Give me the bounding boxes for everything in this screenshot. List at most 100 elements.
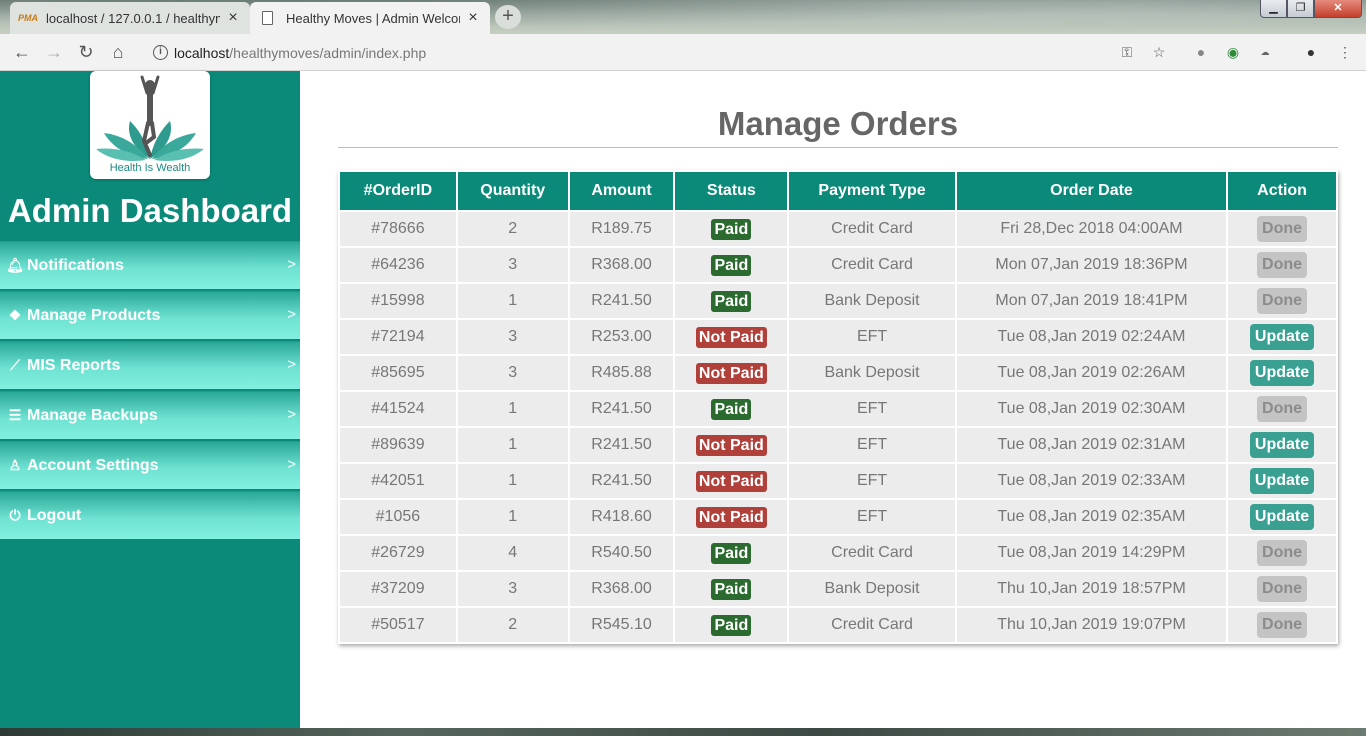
database-icon: ☰ [8, 407, 22, 423]
sidebar-item-manage-products[interactable]: ❖ Manage Products > [0, 291, 300, 339]
order-date-cell: Tue 08,Jan 2019 14:29PM [954, 534, 1229, 572]
status-badge: Not Paid [695, 470, 767, 492]
sidebar: Health Is Wealth Admin Dashboard 🔔︎ Noti… [0, 71, 300, 728]
amount-cell: R368.00 [567, 570, 676, 608]
order-id-cell: #42051 [338, 462, 458, 500]
action-cell: Done [1226, 606, 1338, 644]
table-row: #26729 4 R540.50 Paid Credit Card Tue 08,Jan … [338, 534, 1338, 572]
update-button[interactable]: Update [1249, 432, 1315, 458]
sidebar-item-label: Manage Backups [27, 406, 158, 424]
dashboard-title: Admin Dashboard [7, 192, 293, 229]
status-badge: Paid [711, 290, 752, 312]
sidebar-menu: 🔔︎ Notifications > ❖ Manage Products > ⟋… [0, 241, 300, 541]
key-icon[interactable]: ⚿ [1118, 43, 1136, 61]
done-button[interactable]: Done [1257, 216, 1308, 242]
cloudhq-extension-icon[interactable]: ☁ [1256, 43, 1274, 61]
site-info-icon[interactable]: i [153, 45, 168, 60]
title-divider [338, 147, 1338, 148]
done-button[interactable]: Done [1257, 612, 1308, 638]
update-button[interactable]: Update [1249, 504, 1315, 530]
status-cell: Not Paid [673, 498, 790, 536]
sidebar-item-account-settings[interactable]: ♙ Account Settings > [0, 441, 300, 489]
minimize-window-button[interactable]: ▁ [1260, 0, 1287, 18]
payment-type-cell: EFT [787, 390, 957, 428]
close-tab-icon[interactable]: × [226, 9, 240, 27]
quantity-cell: 2 [455, 210, 570, 248]
sidebar-item-label: Notifications [27, 256, 124, 274]
status-cell: Paid [673, 570, 790, 608]
table-row: #72194 3 R253.00 Not Paid EFT Tue 08,Jan 2019… [338, 318, 1338, 356]
bookmark-star-icon[interactable]: ☆ [1150, 43, 1168, 61]
forward-button[interactable]: → [44, 42, 64, 62]
order-date-cell: Mon 07,Jan 2019 18:36PM [954, 246, 1229, 284]
menu-dots-icon[interactable]: ⋮ [1336, 43, 1354, 61]
maximize-window-button[interactable]: ❐ [1287, 0, 1314, 18]
order-id-cell: #37209 [338, 570, 458, 608]
bell-icon: 🔔︎ [6, 257, 24, 273]
order-id-cell: #78666 [338, 210, 458, 248]
close-tab-icon[interactable]: × [466, 9, 480, 27]
amount-cell: R241.50 [567, 462, 676, 500]
close-window-button[interactable]: ✕ [1314, 0, 1362, 18]
column-header-amount: Amount [567, 170, 676, 212]
order-date-cell: Fri 28,Dec 2018 04:00AM [954, 210, 1229, 248]
sidebar-item-mis-reports[interactable]: ⟋ MIS Reports > [0, 341, 300, 389]
payment-type-cell: Credit Card [787, 246, 957, 284]
table-row: #37209 3 R368.00 Paid Bank Deposit Thu 10,Jan… [338, 570, 1338, 608]
update-button[interactable]: Update [1249, 468, 1315, 494]
payment-type-cell: EFT [787, 426, 957, 464]
home-button[interactable]: ⌂ [108, 42, 128, 62]
amount-cell: R189.75 [567, 210, 676, 248]
payment-type-cell: Credit Card [787, 210, 957, 248]
globe-extension-icon[interactable]: ◉ [1224, 43, 1242, 61]
order-id-cell: #26729 [338, 534, 458, 572]
reload-button[interactable]: ↻ [76, 42, 96, 62]
quantity-cell: 1 [455, 282, 570, 320]
status-badge: Not Paid [695, 434, 767, 456]
sidebar-item-manage-backups[interactable]: ☰ Manage Backups > [0, 391, 300, 439]
table-header-row: #OrderID Quantity Amount Status Payment … [338, 170, 1338, 212]
amount-cell: R418.60 [567, 498, 676, 536]
status-badge: Paid [711, 542, 752, 564]
status-badge: Paid [711, 254, 752, 276]
order-id-cell: #89639 [338, 426, 458, 464]
done-button[interactable]: Done [1257, 252, 1308, 278]
sidebar-item-logout[interactable]: ⏻ Logout [0, 491, 300, 539]
amount-cell: R540.50 [567, 534, 676, 572]
done-button[interactable]: Done [1257, 288, 1308, 314]
quantity-cell: 3 [455, 354, 570, 392]
new-tab-button[interactable]: + [495, 5, 521, 29]
sidebar-item-notifications[interactable]: 🔔︎ Notifications > [0, 241, 300, 289]
browser-tab-admin-welcome[interactable]: Healthy Moves | Admin Welcome × [250, 2, 490, 34]
payment-type-cell: EFT [787, 462, 957, 500]
status-badge: Not Paid [695, 506, 767, 528]
done-button[interactable]: Done [1257, 396, 1308, 422]
action-cell: Update [1226, 318, 1338, 356]
logo-caption: Health Is Wealth [109, 162, 191, 174]
status-cell: Not Paid [673, 318, 790, 356]
done-button[interactable]: Done [1257, 576, 1308, 602]
status-cell: Not Paid [673, 354, 790, 392]
quantity-cell: 1 [455, 426, 570, 464]
back-button[interactable]: ← [12, 42, 32, 62]
browser-tab-phpmyadmin[interactable]: PMA localhost / 127.0.0.1 / healthymo × [10, 2, 250, 34]
status-badge: Paid [711, 398, 752, 420]
address-bar[interactable]: i localhost/healthymoves/admin/index.php [140, 38, 1180, 67]
status-cell: Paid [673, 390, 790, 428]
profile-avatar-icon[interactable]: ● [1302, 43, 1320, 61]
amount-cell: R545.10 [567, 606, 676, 644]
done-button[interactable]: Done [1257, 540, 1308, 566]
status-cell: Paid [673, 246, 790, 284]
update-button[interactable]: Update [1249, 324, 1315, 350]
quantity-cell: 1 [455, 462, 570, 500]
table-row: #78666 2 R189.75 Paid Credit Card Fri 28,Dec … [338, 210, 1338, 248]
amount-cell: R253.00 [567, 318, 676, 356]
action-cell: Done [1226, 210, 1338, 248]
adblock-extension-icon[interactable]: ● [1192, 43, 1210, 61]
action-cell: Update [1226, 498, 1338, 536]
payment-type-cell: Credit Card [787, 606, 957, 644]
chart-line-icon: ⟋ [10, 357, 20, 373]
update-button[interactable]: Update [1249, 360, 1315, 386]
browser-toolbar: ← → ↻ ⌂ i localhost/healthymoves/admin/i… [0, 34, 1366, 71]
order-id-cell: #1056 [338, 498, 458, 536]
